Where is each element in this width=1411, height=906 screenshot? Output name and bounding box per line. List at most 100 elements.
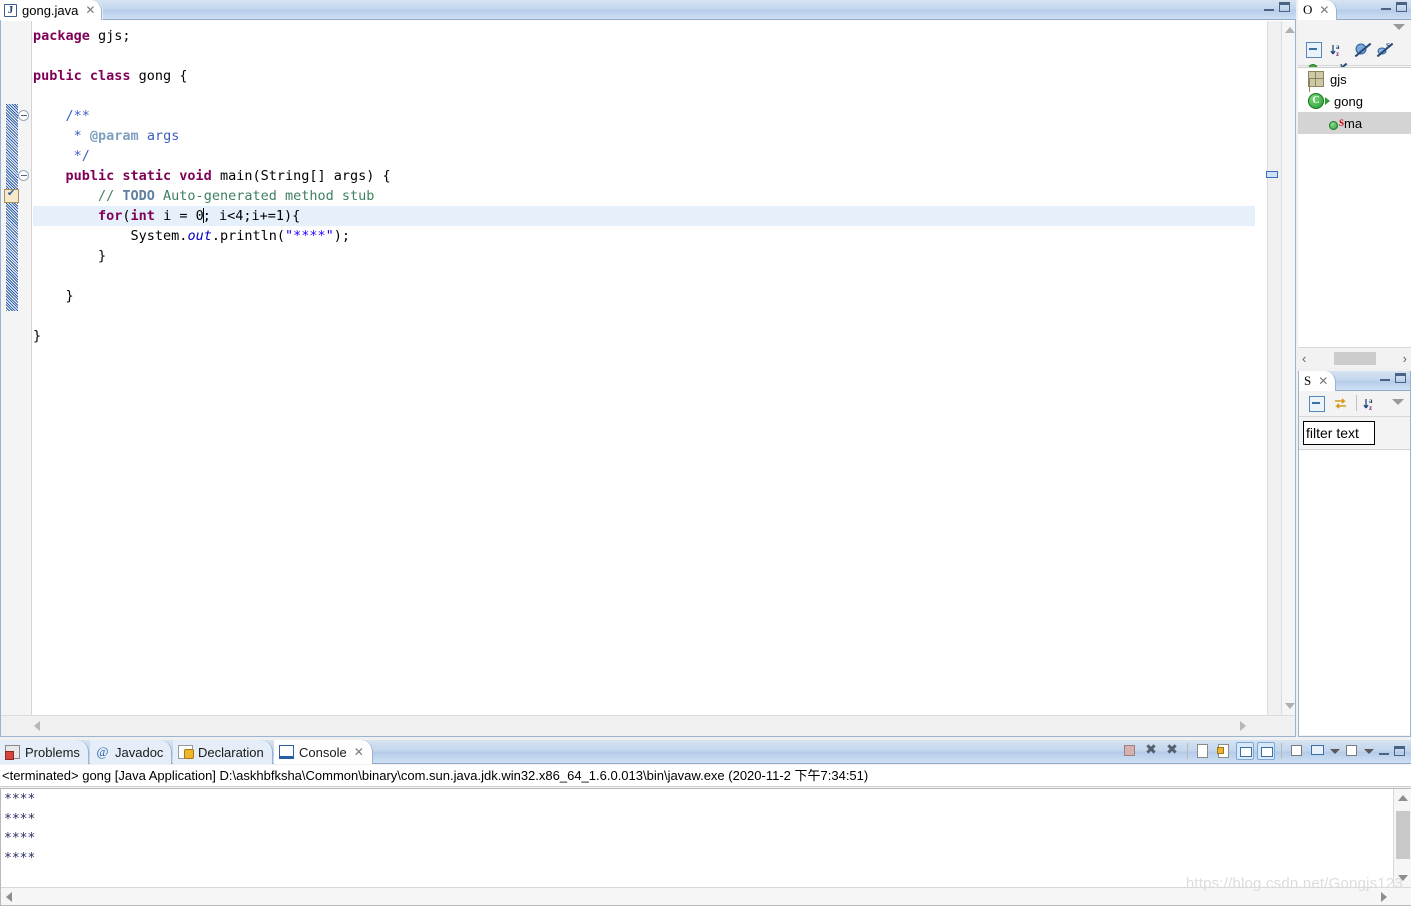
sort-az-icon[interactable]: a z	[1330, 42, 1346, 58]
code-line[interactable]: }	[33, 246, 1255, 266]
show-console-on-output-icon[interactable]	[1236, 742, 1254, 760]
todo-task-marker[interactable]	[4, 188, 19, 203]
tab-problems[interactable]: Problems	[0, 740, 89, 764]
tab-declaration[interactable]: Declaration	[173, 740, 273, 764]
terminate-icon[interactable]	[1121, 742, 1139, 760]
svg-text:S: S	[1386, 42, 1390, 50]
search-results-area[interactable]	[1299, 449, 1410, 735]
toolbar-separator	[1187, 743, 1188, 759]
filter-text-input[interactable]: filter text	[1303, 421, 1375, 445]
console-icon	[279, 745, 294, 759]
code-token: /**	[33, 108, 90, 124]
remove-all-terminated-icon[interactable]: ✖	[1163, 742, 1181, 760]
editor-panel: gong.java ✕ package gjs; public class go…	[0, 0, 1296, 737]
editor-window-controls	[1264, 2, 1290, 12]
code-line[interactable]: /**	[33, 106, 1255, 126]
code-line[interactable]: }	[33, 326, 1255, 346]
minimize-icon[interactable]	[1381, 2, 1391, 10]
code-line[interactable]: * @param args	[33, 126, 1255, 146]
link-with-editor-icon[interactable]	[1333, 396, 1349, 412]
code-line[interactable]	[33, 306, 1255, 326]
scroll-up-icon[interactable]	[1285, 27, 1295, 33]
outline-tree-item[interactable]: gong	[1298, 90, 1411, 112]
source-code[interactable]: package gjs; public class gong { /** * @…	[33, 21, 1255, 346]
code-token: }	[33, 328, 42, 344]
editor-tab-gong-java[interactable]: gong.java ✕	[0, 0, 103, 20]
code-line[interactable]: public class gong {	[33, 66, 1255, 86]
tab-search[interactable]: S ✕	[1299, 371, 1337, 391]
scroll-lock-icon[interactable]	[1215, 742, 1233, 760]
show-console-on-error-icon[interactable]	[1257, 742, 1275, 760]
close-icon[interactable]: ✕	[85, 4, 95, 16]
scrollbar-thumb[interactable]	[1396, 811, 1410, 859]
code-line[interactable]	[33, 86, 1255, 106]
code-editor-area[interactable]: package gjs; public class gong { /** * @…	[33, 21, 1255, 715]
code-line[interactable]: public static void main(String[] args) {	[33, 166, 1255, 186]
display-console-dropdown-icon[interactable]	[1330, 748, 1340, 754]
scroll-right-icon[interactable]: ›	[1403, 352, 1407, 365]
view-menu-icon[interactable]	[1392, 399, 1404, 405]
collapse-all-icon[interactable]	[1306, 42, 1322, 58]
scroll-left-icon[interactable]	[34, 721, 40, 731]
remove-launch-icon[interactable]: ✖	[1142, 742, 1160, 760]
outline-tree-item[interactable]: Sma	[1298, 112, 1411, 134]
fold-marker-javadoc[interactable]	[18, 110, 29, 121]
code-line[interactable]: }	[33, 286, 1255, 306]
scroll-down-icon[interactable]	[1285, 703, 1295, 709]
open-console-icon[interactable]	[1343, 742, 1361, 760]
code-token: Auto-generated method stub	[154, 188, 375, 204]
console-output-panel[interactable]: **** **** **** ****	[0, 788, 1411, 906]
minimize-icon[interactable]	[1264, 3, 1274, 11]
minimize-icon[interactable]	[1379, 747, 1389, 755]
outline-tree[interactable]: gjs gong Sma	[1298, 67, 1411, 347]
collapse-all-icon[interactable]	[1309, 396, 1325, 412]
scroll-left-icon[interactable]	[6, 892, 12, 902]
editor-horizontal-scrollbar[interactable]	[0, 715, 1296, 737]
scroll-up-icon[interactable]	[1398, 795, 1408, 801]
editor-gutter[interactable]	[0, 21, 32, 715]
sort-az-icon[interactable]: a z	[1363, 396, 1379, 412]
minimize-icon[interactable]	[1380, 373, 1390, 381]
fold-marker-method[interactable]	[18, 170, 29, 181]
console-horizontal-scrollbar[interactable]	[1, 887, 1411, 905]
tab-console[interactable]: Console ✕	[274, 740, 373, 764]
outline-view: O ✕ a z S gjs C gong S ma ‹ ›	[1298, 0, 1411, 368]
maximize-icon[interactable]	[1279, 2, 1290, 12]
tab-javadoc[interactable]: @ Javadoc	[90, 740, 173, 764]
scrollbar-thumb[interactable]	[1333, 351, 1376, 365]
scroll-right-icon[interactable]	[1381, 892, 1387, 902]
scroll-down-icon[interactable]	[1398, 875, 1408, 881]
scroll-right-icon[interactable]	[1240, 721, 1246, 731]
tab-outline[interactable]: O ✕	[1298, 0, 1338, 20]
outline-horizontal-scrollbar[interactable]: ‹ ›	[1298, 347, 1411, 368]
scroll-left-icon[interactable]: ‹	[1302, 352, 1306, 365]
console-vertical-scrollbar[interactable]	[1393, 789, 1411, 887]
clear-console-icon[interactable]	[1194, 742, 1212, 760]
outline-tree-item[interactable]: gjs	[1298, 68, 1411, 90]
display-console-icon[interactable]	[1309, 742, 1327, 760]
pin-console-icon[interactable]	[1288, 742, 1306, 760]
code-line[interactable]: for(int i = 0; i<4;i+=1){	[33, 206, 1255, 226]
close-icon[interactable]: ✕	[354, 746, 364, 758]
search-toolbar: a z	[1299, 391, 1410, 417]
expand-arrow-icon[interactable]	[1325, 97, 1330, 105]
overview-ruler-marker[interactable]	[1266, 171, 1278, 178]
maximize-icon[interactable]	[1395, 373, 1406, 383]
editor-overview-ruler[interactable]	[1281, 21, 1296, 715]
view-menu-icon[interactable]	[1393, 24, 1405, 30]
code-line[interactable]	[33, 46, 1255, 66]
maximize-icon[interactable]	[1394, 746, 1405, 756]
code-line[interactable]: // TODO Auto-generated method stub	[33, 186, 1255, 206]
maximize-icon[interactable]	[1396, 2, 1407, 12]
hide-fields-icon[interactable]	[1354, 42, 1370, 58]
code-line[interactable]: System.out.println("****");	[33, 226, 1255, 246]
hide-static-icon[interactable]: S	[1376, 42, 1392, 58]
open-console-dropdown-icon[interactable]	[1364, 748, 1374, 754]
close-icon[interactable]: ✕	[1319, 4, 1329, 16]
code-token: ; i<4;i+=1){	[202, 208, 301, 224]
close-icon[interactable]: ✕	[1318, 375, 1328, 387]
code-line[interactable]: */	[33, 146, 1255, 166]
code-line[interactable]	[33, 266, 1255, 286]
editor-vertical-scrollbar[interactable]	[1267, 21, 1281, 715]
code-line[interactable]: package gjs;	[33, 26, 1255, 46]
